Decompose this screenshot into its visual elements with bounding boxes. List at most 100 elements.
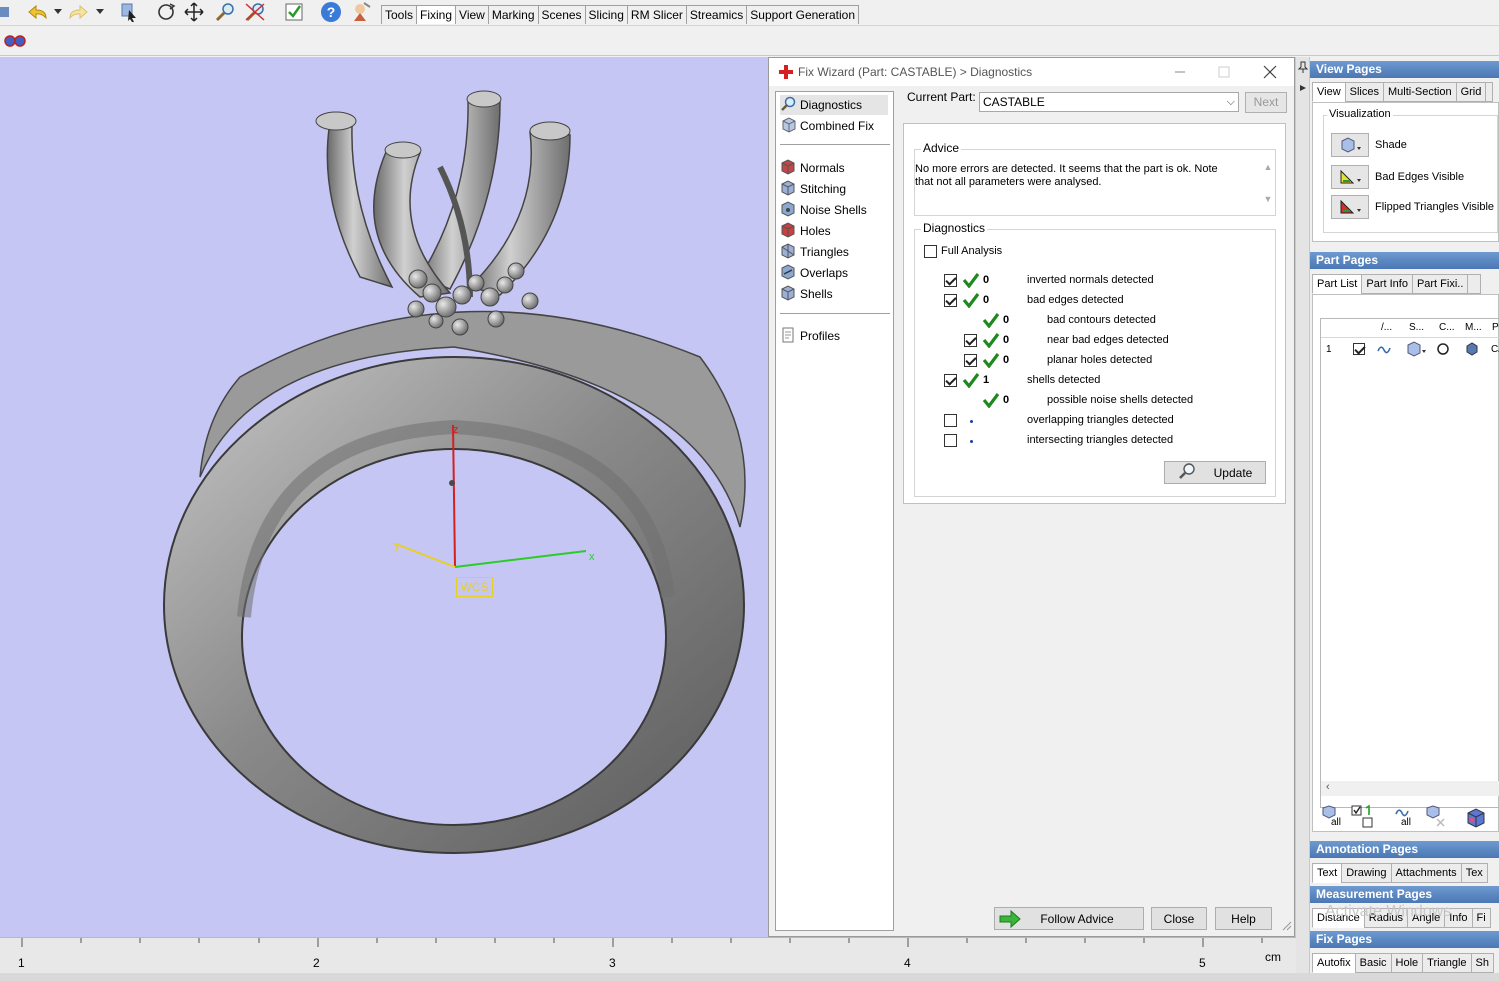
cube-delete-icon[interactable] (1423, 805, 1447, 832)
tab-sh[interactable]: Sh (1470, 953, 1494, 973)
view-pages-header[interactable]: View Pages (1310, 61, 1499, 78)
select-icon[interactable] (116, 1, 142, 23)
col-header[interactable]: Pa (1492, 322, 1499, 333)
redo-dropdown-icon[interactable] (94, 1, 106, 23)
tab-text[interactable]: Text (1312, 863, 1343, 883)
nav-combined-fix[interactable]: Combined Fix (780, 116, 888, 136)
shells-checkbox[interactable] (944, 374, 957, 387)
tab-part-list[interactable]: Part List (1312, 274, 1363, 294)
tab-tools[interactable]: Tools (381, 5, 418, 24)
tab-triangle[interactable]: Triangle (1422, 953, 1472, 973)
close-button[interactable]: Close (1151, 907, 1207, 930)
tab-scenes[interactable]: Scenes (537, 5, 586, 24)
tab-overflow[interactable] (1467, 274, 1482, 294)
dock-arrow-icon[interactable] (1299, 81, 1307, 95)
overlapping-triangles-checkbox[interactable] (944, 414, 957, 427)
tab-marking[interactable]: Marking (487, 5, 539, 24)
tab-text-2[interactable]: Tex (1460, 863, 1488, 883)
viz-shade-row[interactable]: Shade (1331, 133, 1407, 157)
minimize-button[interactable] (1169, 61, 1191, 83)
col-header[interactable]: M... (1465, 322, 1482, 333)
part-pages-header[interactable]: Part Pages (1310, 252, 1499, 269)
annotation-pages-header[interactable]: Annotation Pages (1310, 841, 1499, 858)
planar-holes-checkbox[interactable] (964, 354, 977, 367)
undo-dropdown-icon[interactable] (52, 1, 64, 23)
part-visible-checkbox[interactable] (1353, 343, 1365, 355)
col-header[interactable]: C... (1439, 322, 1455, 333)
tab-grid[interactable]: Grid (1455, 82, 1487, 102)
nav-shells[interactable]: Shells (780, 284, 888, 304)
tab-rm-slicer[interactable]: RM Slicer (626, 5, 687, 24)
pan-icon[interactable] (182, 1, 206, 23)
tab-fi[interactable]: Fi (1471, 908, 1491, 928)
col-header[interactable]: S... (1409, 322, 1424, 333)
tab-fixing[interactable]: Fixing (416, 5, 457, 24)
near-bad-edges-checkbox[interactable] (964, 334, 977, 347)
fix-pages-header[interactable]: Fix Pages (1310, 931, 1499, 948)
tab-streamics[interactable]: Streamics (685, 5, 748, 24)
wizard-icon[interactable] (348, 1, 374, 23)
follow-advice-button[interactable]: Follow Advice (994, 907, 1144, 930)
horizontal-scrollbar[interactable]: ‹ (1321, 781, 1499, 796)
tab-part-fixing[interactable]: Part Fixi.. (1411, 274, 1469, 294)
scroll-down-icon[interactable]: ▼ (1261, 194, 1275, 208)
close-window-button[interactable] (1259, 61, 1281, 83)
nav-noise-shells[interactable]: Noise Shells (780, 200, 888, 220)
tab-multi-section[interactable]: Multi-Section (1383, 82, 1457, 102)
resize-grip-icon[interactable] (1282, 920, 1292, 934)
tab-autofix[interactable]: Autofix (1312, 953, 1356, 973)
tab-basic[interactable]: Basic (1354, 953, 1392, 973)
bad-edges-button[interactable] (1331, 165, 1369, 189)
bad-edges-checkbox[interactable] (944, 294, 957, 307)
nav-triangles[interactable]: Triangles (780, 242, 888, 262)
tab-view[interactable]: View (1312, 82, 1346, 102)
toggle-visibility-icon[interactable] (1351, 804, 1375, 832)
dialog-titlebar[interactable]: Fix Wizard (Part: CASTABLE) > Diagnostic… (769, 58, 1294, 86)
shade-cube-icon[interactable] (1405, 341, 1429, 360)
nav-overlaps[interactable]: Overlaps (780, 263, 888, 283)
nav-holes[interactable]: Holes (780, 221, 888, 241)
nav-stitching[interactable]: Stitching (780, 179, 888, 199)
pin-icon[interactable] (1297, 61, 1309, 76)
viz-bad-edges-row[interactable]: Bad Edges Visible (1331, 165, 1464, 189)
undo-icon[interactable] (24, 1, 50, 23)
zoom-fit-icon[interactable] (242, 1, 268, 23)
nav-normals[interactable]: Normals (780, 158, 888, 178)
tab-view[interactable]: View (455, 5, 489, 24)
help-button[interactable]: Help (1215, 907, 1272, 930)
tab-slices[interactable]: Slices (1344, 82, 1384, 102)
viz-flipped-row[interactable]: Flipped Triangles Visible (1331, 195, 1494, 219)
current-part-select[interactable]: CASTABLE ⌵ (979, 92, 1239, 112)
print-icon[interactable] (0, 1, 10, 23)
tab-overflow[interactable] (1485, 82, 1494, 102)
tab-slicing[interactable]: Slicing (584, 5, 628, 24)
scroll-left-icon[interactable]: ‹ (1326, 781, 1330, 793)
inverted-normals-checkbox[interactable] (944, 274, 957, 287)
rotate-icon[interactable] (154, 1, 178, 23)
help-icon[interactable]: ? (318, 1, 344, 23)
intersecting-triangles-checkbox[interactable] (944, 434, 957, 447)
full-analysis-checkbox[interactable] (924, 245, 937, 258)
flipped-triangles-button[interactable] (1331, 195, 1369, 219)
tab-hole[interactable]: Hole (1390, 953, 1424, 973)
glasses-icon[interactable] (2, 30, 28, 52)
maximize-button[interactable] (1213, 61, 1235, 83)
check-task-icon[interactable] (282, 1, 306, 23)
col-header[interactable]: /... (1381, 322, 1392, 333)
update-button[interactable]: Update (1164, 461, 1266, 484)
measurement-pages-header[interactable]: Measurement Pages (1310, 886, 1499, 903)
not-analysed-dot (970, 440, 973, 443)
zoom-icon[interactable] (212, 1, 238, 23)
table-row[interactable]: 1 CA (1321, 341, 1499, 359)
next-button[interactable]: Next (1245, 92, 1287, 113)
scroll-up-icon[interactable]: ▲ (1261, 162, 1275, 176)
tab-support-generation[interactable]: Support Generation (746, 5, 860, 24)
redo-icon[interactable] (66, 1, 92, 23)
tab-part-info[interactable]: Part Info (1361, 274, 1413, 294)
shade-button[interactable] (1331, 133, 1369, 157)
colors-cube-icon[interactable] (1465, 807, 1487, 832)
tab-drawing[interactable]: Drawing (1341, 863, 1392, 883)
nav-diagnostics[interactable]: Diagnostics (780, 95, 888, 115)
tab-attachments[interactable]: Attachments (1390, 863, 1462, 883)
nav-profiles[interactable]: Profiles (780, 326, 888, 346)
